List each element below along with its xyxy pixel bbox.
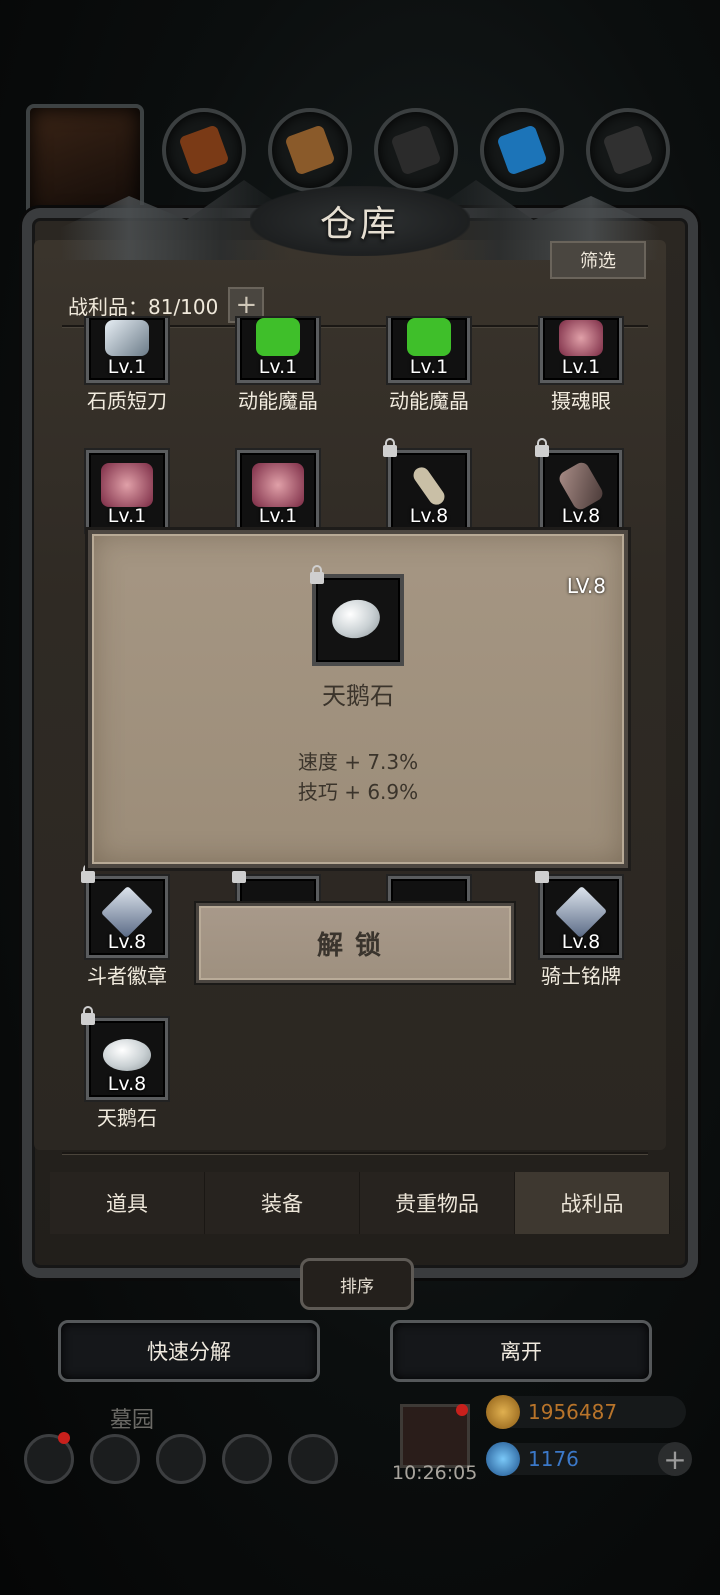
hero-slot-3-icon[interactable] [374, 108, 458, 192]
item-level: Lv.1 [561, 356, 601, 378]
blade-icon [105, 320, 149, 356]
grid-item[interactable]: Lv.8 斗者徽章 [72, 864, 182, 989]
bone-icon [410, 464, 448, 508]
item-slot: Lv.8 [81, 864, 168, 958]
hero-slot-2-icon[interactable] [268, 108, 352, 192]
tab-items[interactable]: 道具 [50, 1172, 205, 1234]
lock-icon [535, 438, 549, 457]
item-name: 骑士铭牌 [541, 964, 621, 988]
item-level: Lv.8 [107, 931, 147, 953]
tab-equipment[interactable]: 装备 [205, 1172, 360, 1234]
add-gems-button[interactable]: + [658, 1442, 692, 1476]
gold-coin-icon [486, 1395, 520, 1429]
item-slot: Lv.1 [388, 318, 470, 383]
loot-count-label: 战利品：81/100 [68, 294, 219, 319]
item-slot: Lv.1 [86, 318, 168, 383]
grid-item[interactable]: Lv.1 石质短刀 [72, 318, 182, 414]
item-level: Lv.1 [107, 356, 147, 378]
lock-icon [310, 565, 324, 584]
page-title: 仓库 [250, 186, 470, 256]
popup-item-slot [310, 565, 404, 666]
hero-slot-5-icon[interactable] [586, 108, 670, 192]
lock-icon [81, 864, 95, 883]
grid-item[interactable]: Lv.8 [526, 438, 636, 532]
menu-icon-3[interactable] [156, 1434, 206, 1484]
popup-level: LV.8 [566, 574, 606, 598]
popup-stat-skill: 技巧 + 6.9% [297, 780, 419, 804]
item-detail-popup: LV.8 天鹅石 速度 + 7.3% 技巧 + 6.9% [88, 530, 628, 868]
category-tabs: 道具 装备 贵重物品 战利品 [50, 1172, 670, 1234]
quick-dismantle-button[interactable]: 快速分解 [58, 1320, 320, 1382]
item-slot: Lv.8 [383, 438, 470, 532]
gem-counter: 1176 [486, 1442, 686, 1476]
sort-button[interactable]: 排序 [300, 1258, 414, 1310]
eye-icon [101, 463, 153, 507]
lock-icon [383, 438, 397, 457]
leave-button[interactable]: 离开 [390, 1320, 652, 1382]
alert-dot [58, 1432, 70, 1444]
tab-loot[interactable]: 战利品 [515, 1172, 670, 1234]
item-level: Lv.1 [107, 505, 147, 527]
item-slot: Lv.1 [237, 450, 319, 532]
alert-dot [456, 1404, 468, 1416]
grid-item[interactable]: Lv.1 [223, 450, 333, 532]
item-slot: Lv.8 [81, 1006, 168, 1100]
stone-icon [103, 1039, 151, 1071]
bottom-divider [62, 1152, 648, 1155]
green-crystal-icon [256, 318, 300, 356]
clock: 10:26:05 [392, 1462, 478, 1484]
gem-amount: 1176 [528, 1447, 579, 1471]
item-slot: Lv.1 [237, 318, 319, 383]
tab-valuables[interactable]: 贵重物品 [360, 1172, 515, 1234]
item-slot: Lv.1 [540, 318, 622, 383]
eye-icon [559, 320, 603, 356]
item-name: 动能魔晶 [238, 389, 318, 413]
filter-button[interactable]: 筛选 [550, 241, 646, 279]
item-slot: Lv.1 [86, 450, 168, 532]
location-label: 墓园 [110, 1408, 155, 1433]
popup-item-name: 天鹅石 [322, 682, 394, 710]
item-level: Lv.1 [258, 356, 298, 378]
grid-item[interactable]: Lv.1 动能魔晶 [223, 318, 333, 414]
hero-slot-4-icon[interactable] [480, 108, 564, 192]
grid-item[interactable]: Lv.8 骑士铭牌 [526, 864, 636, 989]
lock-icon [232, 864, 246, 883]
mail-icon[interactable] [222, 1434, 272, 1484]
grid-item[interactable]: Lv.8 天鹅石 [72, 1006, 182, 1131]
grid-item[interactable]: Lv.1 动能魔晶 [374, 318, 484, 414]
gold-counter: 1956487 [486, 1395, 686, 1429]
popup-stat-speed: 速度 + 7.3% [297, 750, 419, 774]
gem-icon [486, 1442, 520, 1476]
grid-item[interactable]: Lv.1 摄魂眼 [526, 318, 636, 414]
gold-amount: 1956487 [528, 1400, 618, 1424]
grid-item[interactable]: Lv.1 [72, 450, 182, 532]
item-slot: Lv.8 [535, 864, 622, 958]
grid-item[interactable]: Lv.8 [374, 438, 484, 532]
item-name: 石质短刀 [87, 389, 167, 413]
item-level: Lv.8 [561, 505, 601, 527]
lock-icon [81, 1006, 95, 1025]
item-level: Lv.8 [107, 1073, 147, 1095]
item-name: 斗者徽章 [87, 964, 167, 988]
stone-icon [329, 596, 383, 642]
item-level: Lv.8 [409, 505, 449, 527]
menu-icon-5[interactable] [288, 1434, 338, 1484]
green-crystal-icon [407, 318, 451, 356]
item-name: 天鹅石 [97, 1106, 157, 1130]
item-level: Lv.1 [258, 505, 298, 527]
item-slot: Lv.8 [535, 438, 622, 532]
eye-icon [252, 463, 304, 507]
item-level: Lv.8 [561, 931, 601, 953]
menu-icon-2[interactable] [90, 1434, 140, 1484]
hero-slot-1-icon[interactable] [162, 108, 246, 192]
unlock-button[interactable]: 解锁 [196, 903, 514, 983]
lock-icon [535, 864, 549, 883]
item-name: 摄魂眼 [551, 389, 611, 413]
item-level: Lv.1 [409, 356, 449, 378]
item-name: 动能魔晶 [389, 389, 469, 413]
